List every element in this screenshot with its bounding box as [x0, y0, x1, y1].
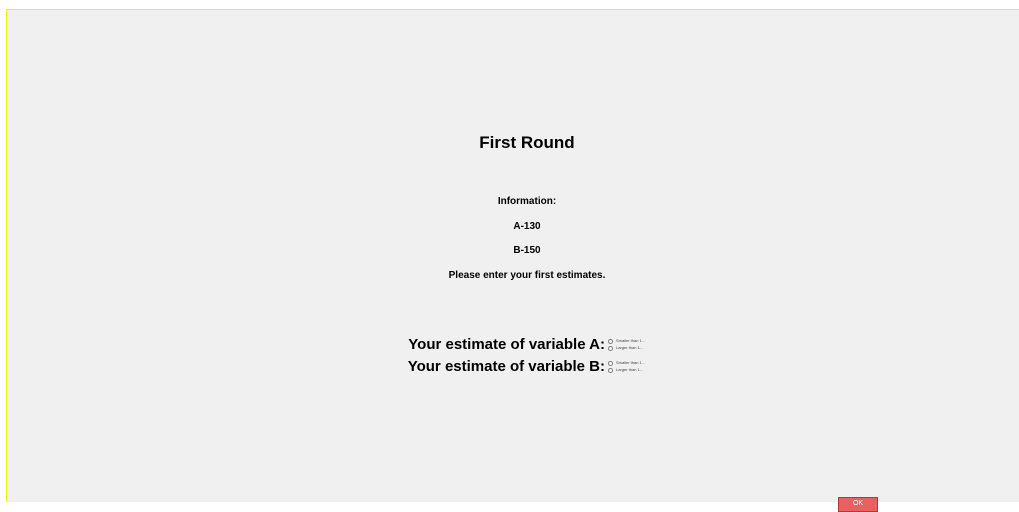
- estimate-label-b: Your estimate of variable B:: [407, 358, 605, 375]
- information-value-a: A-130: [513, 221, 541, 232]
- estimate-row-b: Your estimate of variable B: Smaller tha…: [400, 358, 646, 375]
- information-value-b: B-150: [513, 245, 541, 256]
- page-title: First Round: [479, 133, 575, 152]
- radio-option-a-smaller[interactable]: Smaller than 1…: [608, 338, 646, 345]
- radio-group-a: Smaller than 1… Larger than 1…: [608, 338, 646, 352]
- radio-button-icon[interactable]: [608, 338, 613, 344]
- radio-option-b-larger[interactable]: Larger than 1…: [608, 367, 646, 374]
- information-heading: Information:: [497, 196, 557, 207]
- radio-label: Larger than 1…: [616, 345, 644, 350]
- ok-button[interactable]: OK: [838, 497, 878, 512]
- radio-label: Smaller than 1…: [616, 360, 646, 365]
- estimate-label-a: Your estimate of variable A:: [408, 336, 605, 353]
- radio-button-icon[interactable]: [608, 360, 613, 366]
- experiment-screen: First Round Information: A-130 B-150 Ple…: [6, 9, 1019, 512]
- radio-option-b-smaller[interactable]: Smaller than 1…: [608, 360, 646, 367]
- radio-label: Smaller than 1…: [616, 338, 646, 343]
- instruction-text: Please enter your first estimates.: [448, 270, 606, 281]
- radio-group-b: Smaller than 1… Larger than 1…: [608, 360, 646, 374]
- radio-button-icon[interactable]: [608, 367, 613, 373]
- radio-label: Larger than 1…: [616, 367, 644, 372]
- radio-button-icon[interactable]: [608, 345, 613, 351]
- radio-option-a-larger[interactable]: Larger than 1…: [608, 345, 646, 352]
- estimate-row-a: Your estimate of variable A: Smaller tha…: [400, 336, 646, 353]
